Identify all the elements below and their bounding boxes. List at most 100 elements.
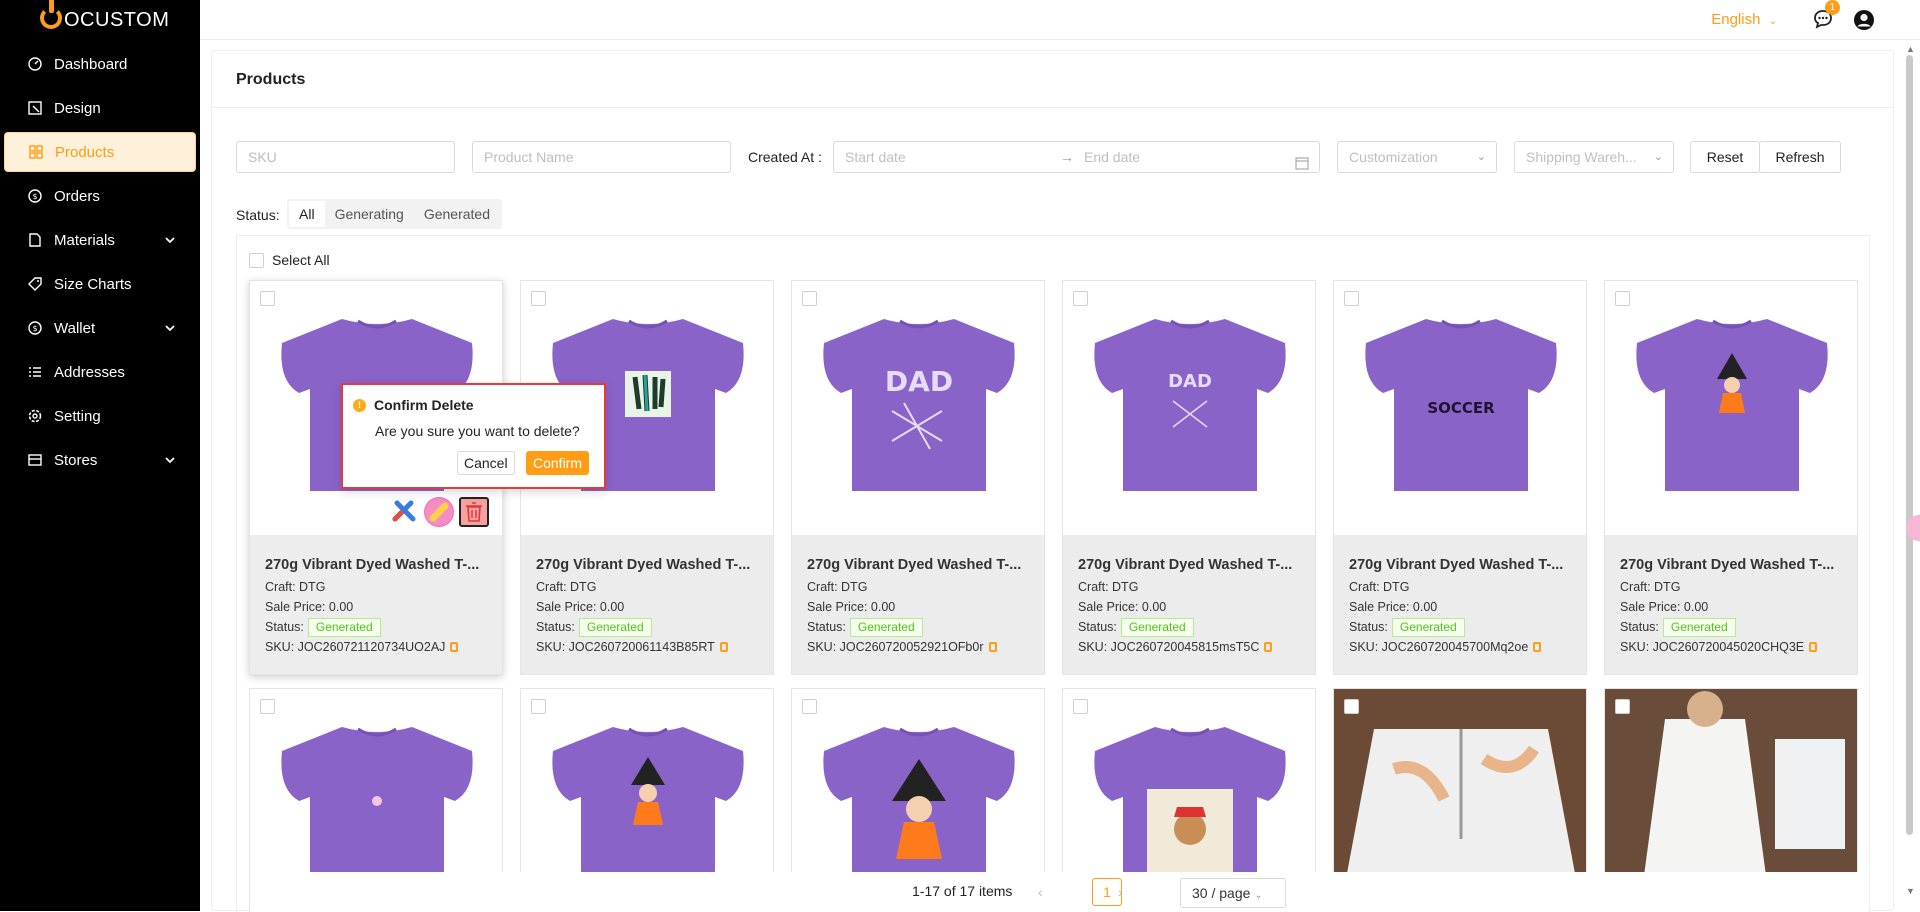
product-checkbox[interactable] (1073, 291, 1088, 306)
shipping-warehouse-select[interactable]: Shipping Wareh... ⌄ (1514, 141, 1674, 173)
product-checkbox[interactable] (802, 699, 817, 714)
reset-button[interactable]: Reset (1690, 141, 1760, 173)
product-status-label: Status: (1349, 620, 1388, 634)
product-checkbox[interactable] (260, 699, 275, 714)
product-meta: 270g Vibrant Dyed Washed T-... Craft: DT… (250, 535, 502, 674)
store-icon (28, 453, 42, 467)
product-card[interactable]: SOCCER 270g Vibrant Dyed Washed T-... Cr… (1333, 280, 1587, 675)
product-checkbox[interactable] (802, 291, 817, 306)
sidebar-item-label: Design (54, 99, 101, 117)
scroll-up-icon[interactable]: ▲ (1906, 44, 1915, 54)
end-date-field[interactable]: End date (1084, 142, 1140, 172)
delete-icon[interactable] (459, 497, 489, 527)
product-checkbox[interactable] (1073, 699, 1088, 714)
status-option-generating[interactable]: Generating (325, 201, 414, 227)
product-checkbox[interactable] (1344, 699, 1359, 714)
select-all-checkbox[interactable] (249, 252, 264, 268)
brand-logo[interactable]: OCUSTOM (0, 0, 200, 40)
product-name[interactable]: 270g Vibrant Dyed Washed T-... (265, 557, 487, 573)
cancel-button[interactable]: Cancel (457, 451, 515, 475)
product-craft: Craft: DTG (807, 580, 868, 594)
product-status-row: Status: Generated (536, 618, 758, 638)
next-page-icon[interactable]: › (1118, 884, 1123, 900)
svg-text:SOCCER: SOCCER (1427, 399, 1495, 417)
sidebar-item-products[interactable]: Products (4, 132, 196, 172)
product-sku: SKU: JOC260720052921OFb0r (807, 640, 984, 654)
status-option-all[interactable]: All (289, 201, 325, 227)
sidebar-item-orders[interactable]: $ Orders (4, 176, 196, 216)
chevron-down-icon (164, 453, 176, 470)
user-avatar-icon[interactable] (1853, 9, 1875, 34)
language-selector[interactable]: English ⌄ (1711, 11, 1777, 28)
language-label: English (1711, 11, 1761, 28)
product-meta: 270g Vibrant Dyed Washed T-... Craft: DT… (1605, 535, 1857, 674)
card-action-bar (389, 497, 489, 527)
product-status-label: Status: (1620, 620, 1659, 634)
select-all[interactable]: Select All (249, 252, 330, 268)
product-card[interactable]: DAD 270g Vibrant Dyed Washed T-... Craft… (1062, 280, 1316, 675)
sidebar-item-addresses[interactable]: Addresses (4, 352, 196, 392)
created-at-text: Created At (748, 149, 815, 165)
product-checkbox[interactable] (531, 291, 546, 306)
product-sku-row: SKU: JOC260721120734UO2AJ (265, 638, 487, 658)
product-image: DAD (1063, 281, 1315, 535)
customization-select[interactable]: Customization ⌄ (1337, 141, 1497, 173)
copy-icon[interactable] (450, 642, 459, 652)
product-name[interactable]: 270g Vibrant Dyed Washed T-... (1349, 557, 1571, 573)
start-date-field[interactable]: Start date (845, 149, 906, 165)
eraser-icon[interactable] (424, 497, 454, 527)
product-checkbox[interactable] (1615, 699, 1630, 714)
scroll-down-icon[interactable]: ▼ (1906, 886, 1915, 896)
product-checkbox[interactable] (531, 699, 546, 714)
copy-icon[interactable] (1533, 642, 1542, 652)
top-bar: English ⌄ 1 (200, 0, 1920, 40)
page-size-value: 30 / page (1192, 885, 1251, 901)
wallet-icon: $ (28, 321, 42, 335)
sidebar-item-materials[interactable]: Materials (4, 220, 196, 260)
sidebar-item-setting[interactable]: Setting (4, 396, 196, 436)
product-name[interactable]: 270g Vibrant Dyed Washed T-... (1078, 557, 1300, 573)
product-meta: 270g Vibrant Dyed Washed T-... Craft: DT… (521, 535, 773, 674)
list-icon (28, 365, 42, 379)
product-checkbox[interactable] (260, 291, 275, 306)
brand-name: OCUSTOM (64, 8, 170, 31)
copy-icon[interactable] (988, 642, 997, 652)
product-status-label: Status: (1078, 620, 1117, 634)
product-checkbox[interactable] (1615, 291, 1630, 306)
sidebar-item-wallet[interactable]: $ Wallet (4, 308, 196, 348)
sidebar-item-dashboard[interactable]: Dashboard (4, 44, 196, 84)
product-name[interactable]: 270g Vibrant Dyed Washed T-... (807, 557, 1029, 573)
sidebar-item-design[interactable]: Design (4, 88, 196, 128)
copy-icon[interactable] (719, 642, 728, 652)
prev-page-icon[interactable]: ‹ (1038, 884, 1043, 900)
tag-icon (28, 277, 42, 291)
sidebar-item-stores[interactable]: Stores (4, 440, 196, 480)
sidebar-item-size-charts[interactable]: Size Charts (4, 264, 196, 304)
status-segmented-control: All Generating Generated (287, 199, 503, 229)
scrollbar-thumb[interactable] (1906, 55, 1913, 835)
sidebar-item-label: Size Charts (54, 275, 132, 293)
product-card[interactable]: 270g Vibrant Dyed Washed T-... Craft: DT… (1604, 280, 1858, 675)
product-checkbox[interactable] (1344, 291, 1359, 306)
divider (212, 107, 1893, 108)
products-icon (29, 145, 43, 159)
confirm-button[interactable]: Confirm (526, 451, 590, 475)
product-card[interactable]: DAD 270g Vibrant Dyed Washed T-... Craft… (791, 280, 1045, 675)
sku-input[interactable]: SKU (236, 141, 455, 173)
edit-design-icon[interactable] (389, 497, 419, 527)
chevron-down-icon: ⌄ (1254, 890, 1263, 901)
product-image: DAD (792, 281, 1044, 535)
product-status-row: Status: Generated (1078, 618, 1300, 638)
status-badge: Generated (307, 618, 381, 637)
copy-icon[interactable] (1809, 642, 1818, 652)
status-option-generated[interactable]: Generated (414, 201, 500, 227)
product-name[interactable]: 270g Vibrant Dyed Washed T-... (536, 557, 758, 573)
date-range-picker[interactable]: Start date → End date (833, 141, 1320, 173)
product-name[interactable]: 270g Vibrant Dyed Washed T-... (1620, 557, 1842, 573)
page-size-select[interactable]: 30 / page ⌄ (1180, 878, 1286, 908)
chevron-down-icon (164, 321, 176, 338)
product-name-input[interactable]: Product Name (472, 141, 731, 173)
copy-icon[interactable] (1264, 642, 1273, 652)
refresh-button[interactable]: Refresh (1759, 141, 1841, 173)
pagination: 1-17 of 17 items ‹ 1 › 30 / page ⌄ (272, 872, 1869, 912)
